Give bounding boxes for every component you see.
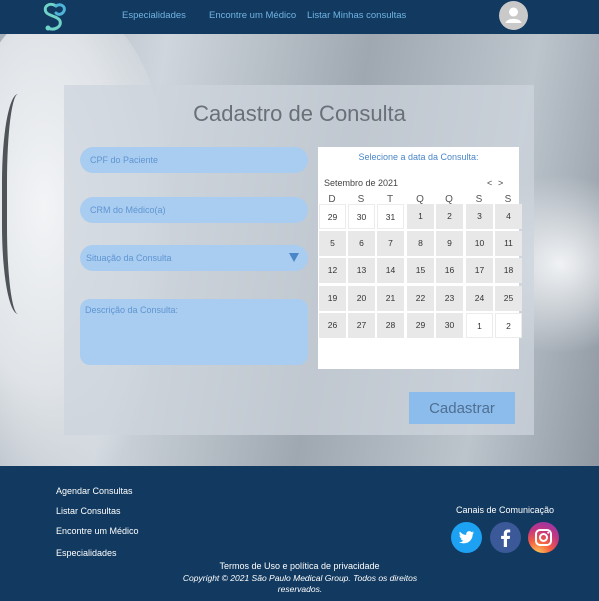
calendar-day[interactable]: 2 (495, 313, 522, 338)
cpf-input[interactable] (80, 147, 308, 173)
calendar-day[interactable]: 26 (319, 313, 346, 338)
calendar-day[interactable]: 13 (348, 258, 375, 283)
calendar-day[interactable]: 30 (348, 204, 375, 229)
twitter-icon[interactable] (451, 522, 482, 553)
calendar-day[interactable]: 1 (407, 204, 434, 229)
description-field[interactable] (80, 299, 308, 365)
crm-field[interactable] (80, 197, 308, 223)
calendar-day[interactable]: 7 (377, 231, 404, 256)
terms-link[interactable]: Termos de Uso e política de privacidade (0, 561, 599, 571)
calendar-day[interactable]: 11 (495, 231, 522, 256)
calendar-day[interactable]: 23 (436, 286, 463, 311)
calendar-day[interactable]: 28 (377, 313, 404, 338)
header: Especialidades Encontre um Médico Listar… (0, 0, 599, 34)
calendar-day[interactable]: 5 (319, 231, 346, 256)
crm-input[interactable] (80, 197, 308, 223)
calendar-title: Selecione a data da Consulta: (358, 152, 479, 162)
page-title: Cadastro de Consulta (193, 101, 406, 126)
calendar-day[interactable]: 21 (377, 286, 404, 311)
status-select[interactable]: Situação da Consulta (80, 245, 308, 271)
description-textarea[interactable] (80, 299, 308, 365)
calendar-day[interactable]: 14 (377, 258, 404, 283)
calendar-day[interactable]: 18 (495, 258, 522, 283)
calendar-day[interactable]: 19 (319, 286, 346, 311)
calendar-day[interactable]: 8 (407, 231, 434, 256)
footer-link-especialidades[interactable]: Especialidades (56, 548, 117, 558)
cadastrar-button[interactable]: Cadastrar (409, 392, 515, 424)
calendar-day[interactable]: 12 (319, 258, 346, 283)
stethoscope-image (2, 94, 42, 314)
calendar-day[interactable]: 29 (319, 204, 346, 229)
calendar-day[interactable]: 3 (466, 204, 493, 229)
footer-link-agendar[interactable]: Agendar Consultas (56, 486, 133, 496)
copyright-text: Copyright © 2021 São Paulo Medical Group… (182, 573, 418, 594)
calendar-day[interactable]: 25 (495, 286, 522, 311)
date-picker: Selecione a data da Consulta: Setembro d… (318, 147, 522, 369)
footer-link-listar[interactable]: Listar Consultas (56, 506, 121, 516)
calendar-day[interactable]: 10 (466, 231, 493, 256)
calendar-day[interactable]: 4 (495, 204, 522, 229)
calendar-day[interactable]: 2 (436, 204, 463, 229)
calendar-day[interactable]: 27 (348, 313, 375, 338)
instagram-icon[interactable] (528, 522, 559, 553)
cpf-field[interactable] (80, 147, 308, 173)
status-select-label: Situação da Consulta (86, 253, 172, 263)
calendar-day[interactable]: 15 (407, 258, 434, 283)
calendar-day[interactable]: 6 (348, 231, 375, 256)
calendar-day[interactable]: 16 (436, 258, 463, 283)
channels-label: Canais de Comunicação (456, 505, 555, 515)
calendar-day[interactable]: 1 (466, 313, 493, 338)
nav-especialidades[interactable]: Especialidades (122, 10, 186, 21)
calendar-day[interactable]: 22 (407, 286, 434, 311)
calendar-next-button[interactable]: > (498, 178, 503, 188)
calendar-day[interactable]: 9 (436, 231, 463, 256)
facebook-icon[interactable] (490, 522, 521, 553)
calendar-day[interactable]: 31 (377, 204, 404, 229)
nav-encontre-medico[interactable]: Encontre um Médico (209, 10, 296, 21)
calendar-day[interactable]: 24 (466, 286, 493, 311)
user-avatar-icon[interactable] (499, 1, 528, 30)
calendar-day[interactable]: 29 (407, 313, 434, 338)
dropdown-arrow-icon[interactable] (289, 253, 299, 262)
calendar-day[interactable]: 30 (436, 313, 463, 338)
calendar-day[interactable]: 17 (466, 258, 493, 283)
logo-icon[interactable] (40, 2, 68, 32)
calendar-day[interactable]: 20 (348, 286, 375, 311)
footer-link-medico[interactable]: Encontre um Médico (56, 526, 139, 536)
calendar-prev-button[interactable]: < (487, 178, 492, 188)
calendar-month-label: Setembro de 2021 (324, 178, 399, 188)
nav-listar-consultas[interactable]: Listar Minhas consultas (307, 10, 406, 21)
